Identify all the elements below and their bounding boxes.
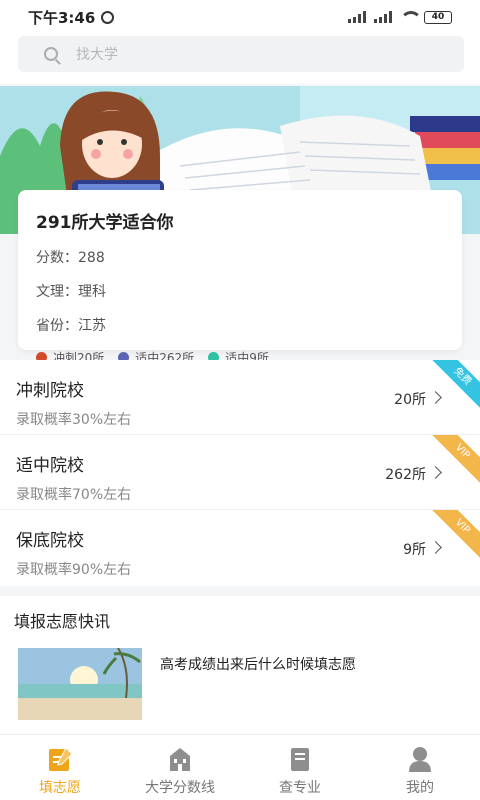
tab-mine[interactable]: 我的 (360, 735, 480, 800)
category-name: 保底院校 (16, 531, 84, 551)
battery-icon: 40 (424, 10, 452, 24)
search-input[interactable]: 找大学 (18, 36, 464, 72)
status-icons: 40 (348, 10, 452, 24)
category-rate: 录取概率90%左右 (16, 562, 132, 578)
category-count: 262所 (385, 467, 426, 483)
school-category-list: 冲刺院校 录取概率30%左右 20所 免费 适中院校 录取概率70%左右 262… (0, 360, 480, 586)
signal-icon (348, 11, 366, 23)
pencil-note-icon (49, 747, 73, 771)
search-icon (44, 47, 58, 61)
school-building-icon (170, 748, 190, 771)
status-bar: 下午3:46 40 (0, 0, 480, 34)
category-sprint[interactable]: 冲刺院校 录取概率30%左右 20所 免费 (0, 360, 480, 435)
recommend-count-title: 291所大学适合你 (36, 213, 174, 233)
bottom-tab-bar: 填志愿 大学分数线 查专业 我的 (0, 734, 480, 800)
category-rate: 录取概率30%左右 (16, 412, 132, 428)
tab-majors[interactable]: 查专业 (240, 735, 360, 800)
category-moderate[interactable]: 适中院校 录取概率70%左右 262所 VIP (0, 435, 480, 510)
news-thumbnail (18, 648, 142, 720)
score-card: 291所大学适合你 分数：288 文理：理科 省份：江苏 冲刺20所 适中262… (18, 190, 462, 365)
tab-label: 大学分数线 (145, 780, 215, 796)
person-icon (409, 747, 431, 772)
status-time: 下午3:46 (28, 8, 96, 27)
category-safe[interactable]: 保底院校 录取概率90%左右 9所 VIP (0, 510, 480, 585)
wifi-icon (400, 11, 422, 23)
tab-university-scores[interactable]: 大学分数线 (120, 735, 240, 800)
category-rate: 录取概率70%左右 (16, 487, 132, 503)
tab-label: 查专业 (279, 780, 321, 796)
tab-label: 我的 (406, 780, 434, 796)
news-section-heading: 填报志愿快讯 (0, 596, 480, 638)
subject-type: 文理：理科 (36, 284, 106, 300)
tab-label: 填志愿 (39, 780, 81, 796)
category-count: 20所 (394, 392, 426, 408)
score-value: 分数：288 (36, 250, 105, 266)
search-placeholder: 找大学 (76, 47, 118, 63)
news-item[interactable]: 高考成绩出来后什么时候填志愿 (0, 638, 480, 734)
signal-icon-2 (374, 11, 392, 23)
search-bar-container: 找大学 (0, 34, 480, 84)
news-title: 高考成绩出来后什么时候填志愿 (160, 657, 356, 673)
tab-fill-application[interactable]: 填志愿 (0, 735, 120, 800)
category-count: 9所 (403, 542, 426, 558)
alarm-icon (101, 10, 115, 24)
book-icon (291, 748, 309, 771)
province: 省份：江苏 (36, 318, 106, 334)
